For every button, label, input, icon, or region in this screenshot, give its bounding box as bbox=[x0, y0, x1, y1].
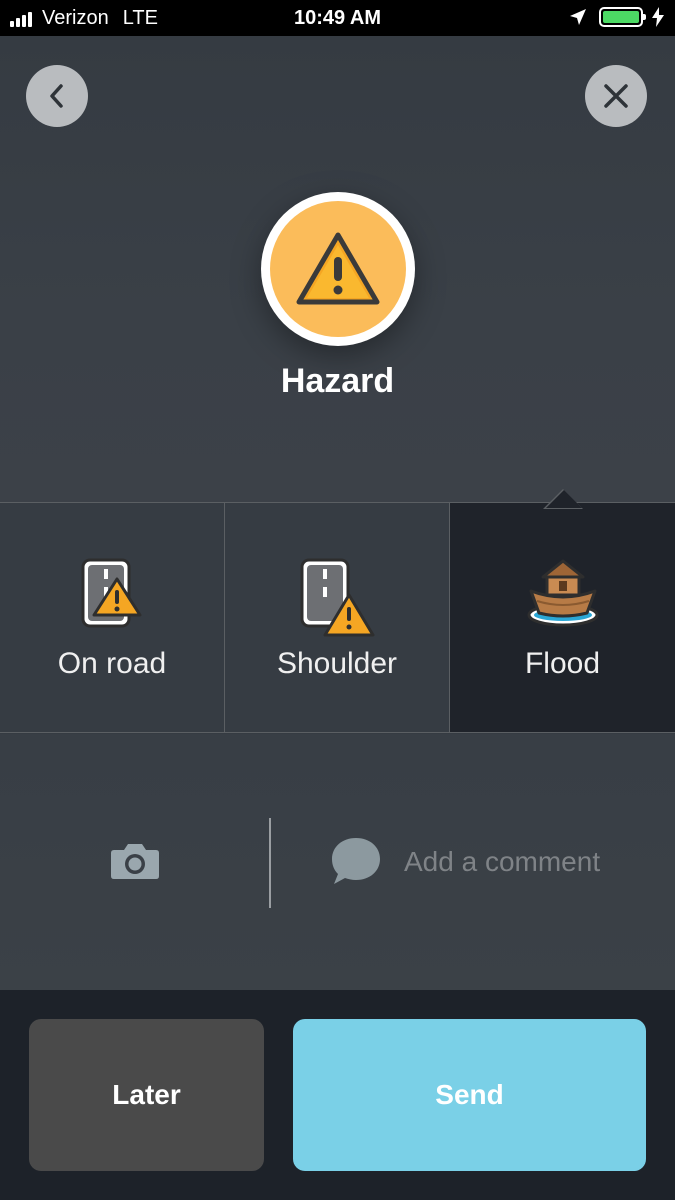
comment-area bbox=[0, 734, 675, 990]
category-badge bbox=[261, 192, 415, 346]
category-badge-inner bbox=[270, 201, 406, 337]
option-shoulder[interactable]: Shoulder bbox=[225, 503, 450, 732]
action-bar: Later Send bbox=[0, 990, 675, 1200]
later-button[interactable]: Later bbox=[29, 1019, 264, 1171]
option-label: Flood bbox=[524, 647, 601, 680]
battery-icon bbox=[599, 7, 646, 27]
hazard-warning-icon bbox=[296, 232, 380, 305]
battery-level bbox=[603, 11, 639, 23]
category-title: Hazard bbox=[280, 362, 395, 400]
chevron-left-icon bbox=[50, 84, 63, 108]
divider bbox=[269, 818, 271, 908]
close-button[interactable] bbox=[585, 65, 647, 127]
back-button[interactable] bbox=[26, 65, 88, 127]
close-icon bbox=[604, 84, 628, 108]
status-bar: Verizon LTE 10:49 AM bbox=[0, 0, 675, 36]
location-arrow-icon bbox=[570, 9, 586, 25]
option-flood[interactable]: Flood bbox=[450, 503, 675, 732]
flood-ark-icon bbox=[527, 559, 598, 627]
subtype-options: On road Shoulder Flood bbox=[0, 502, 675, 733]
option-label: Shoulder bbox=[276, 647, 398, 680]
speech-bubble-icon bbox=[332, 838, 380, 884]
shoulder-hazard-icon bbox=[300, 558, 375, 637]
report-header: Hazard bbox=[0, 36, 675, 502]
status-right bbox=[569, 7, 665, 27]
comment-input[interactable] bbox=[404, 842, 654, 882]
selection-pointer bbox=[546, 490, 582, 508]
option-on-road[interactable]: On road bbox=[0, 503, 225, 732]
option-label: On road bbox=[57, 647, 167, 680]
charging-bolt-icon bbox=[652, 7, 664, 27]
road-hazard-icon bbox=[81, 558, 142, 628]
send-button[interactable]: Send bbox=[293, 1019, 646, 1171]
camera-icon[interactable] bbox=[110, 842, 160, 880]
